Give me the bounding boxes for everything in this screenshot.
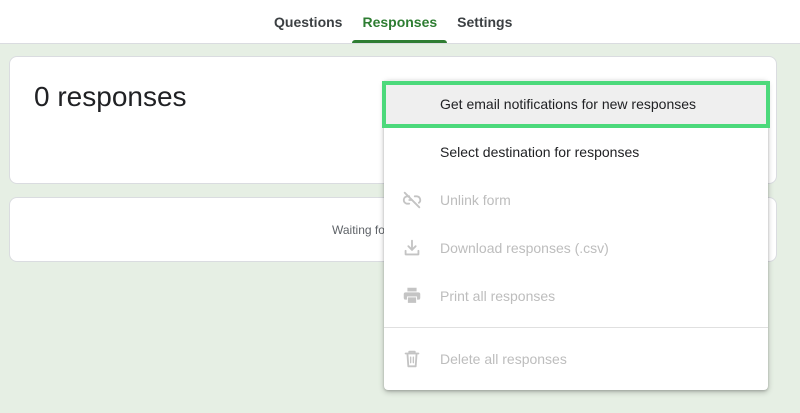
tab-settings[interactable]: Settings bbox=[447, 0, 522, 43]
tab-responses[interactable]: Responses bbox=[352, 0, 447, 43]
tab-bar: Questions Responses Settings bbox=[264, 0, 522, 43]
print-icon bbox=[400, 284, 424, 308]
trash-icon bbox=[400, 347, 424, 371]
menu-item-delete-all[interactable]: Delete all responses bbox=[384, 335, 768, 383]
menu-item-select-destination[interactable]: Select destination for responses bbox=[384, 128, 768, 176]
responses-options-menu: Get email notifications for new response… bbox=[384, 80, 768, 390]
menu-item-label: Get email notifications for new response… bbox=[440, 96, 697, 112]
waiting-text: Waiting fo bbox=[332, 223, 385, 237]
menu-item-print-all[interactable]: Print all responses bbox=[384, 272, 768, 320]
menu-item-email-notifications[interactable]: Get email notifications for new response… bbox=[384, 80, 768, 128]
menu-item-label: Delete all responses bbox=[440, 351, 567, 367]
link-off-icon bbox=[400, 188, 424, 212]
top-bar: Questions Responses Settings bbox=[0, 0, 800, 44]
download-icon bbox=[400, 236, 424, 260]
menu-item-unlink-form[interactable]: Unlink form bbox=[384, 176, 768, 224]
menu-divider bbox=[384, 327, 768, 328]
tab-questions[interactable]: Questions bbox=[264, 0, 352, 43]
menu-item-label: Select destination for responses bbox=[440, 144, 640, 160]
menu-item-download-csv[interactable]: Download responses (.csv) bbox=[384, 224, 768, 272]
menu-item-label: Print all responses bbox=[440, 288, 556, 304]
menu-item-label: Unlink form bbox=[440, 192, 511, 208]
menu-item-label: Download responses (.csv) bbox=[440, 240, 609, 256]
response-count: 0 responses bbox=[34, 81, 187, 112]
